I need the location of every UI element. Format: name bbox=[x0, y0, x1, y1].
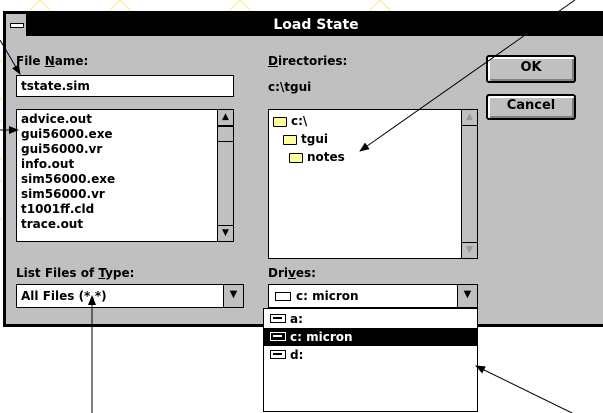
scroll-up-icon[interactable]: ▲ bbox=[462, 110, 477, 126]
drive-select[interactable]: c: micron ▼ bbox=[268, 284, 478, 308]
drive-option[interactable]: a: bbox=[264, 310, 477, 328]
hard-drive-icon bbox=[270, 332, 286, 341]
drives-label: Drives: bbox=[268, 266, 316, 280]
dialog-title: Load State bbox=[273, 17, 359, 33]
dropdown-arrow-icon[interactable]: ▼ bbox=[457, 285, 477, 307]
file-list[interactable]: advice.out gui56000.exe gui56000.vr info… bbox=[16, 109, 234, 242]
scroll-down-icon[interactable]: ▼ bbox=[218, 225, 233, 241]
system-menu-icon bbox=[10, 23, 24, 28]
file-type-select[interactable]: All Files (*.*) ▼ bbox=[16, 284, 244, 308]
file-item[interactable]: gui56000.vr bbox=[17, 142, 233, 157]
ok-button[interactable]: OK bbox=[486, 55, 576, 83]
floppy-drive-icon bbox=[270, 314, 286, 323]
hard-drive-icon bbox=[275, 292, 291, 301]
folder-icon bbox=[289, 152, 303, 163]
directory-item[interactable]: c:\ bbox=[269, 112, 477, 130]
cancel-button[interactable]: Cancel bbox=[486, 94, 576, 120]
current-directory: c:\tgui bbox=[268, 80, 312, 94]
file-item[interactable]: sim56000.exe bbox=[17, 172, 233, 187]
network-drive-icon bbox=[270, 350, 286, 359]
file-list-scrollbar[interactable]: ▲ ▼ bbox=[217, 110, 233, 241]
scroll-thumb[interactable] bbox=[218, 126, 233, 142]
file-item[interactable]: advice.out bbox=[17, 112, 233, 127]
scroll-up-icon[interactable]: ▲ bbox=[218, 110, 233, 126]
directory-item[interactable]: tgui bbox=[269, 130, 477, 148]
dropdown-arrow-icon[interactable]: ▼ bbox=[223, 285, 243, 307]
scroll-down-icon[interactable]: ▼ bbox=[462, 242, 477, 258]
title-bar: Load State bbox=[6, 14, 603, 36]
list-type-label: List Files of Type: bbox=[16, 266, 135, 280]
file-item[interactable]: t1001ff.cld bbox=[17, 202, 233, 217]
drive-select-value: c: micron bbox=[275, 285, 359, 307]
directories-label: Directories: bbox=[268, 54, 348, 68]
drive-option[interactable]: d: bbox=[264, 346, 477, 364]
file-item[interactable]: sim56000.vr bbox=[17, 187, 233, 202]
directory-item[interactable]: notes bbox=[269, 148, 477, 166]
open-folder-icon bbox=[283, 134, 297, 145]
file-item[interactable]: gui56000.exe bbox=[17, 127, 233, 142]
file-name-label: File Name: bbox=[16, 54, 89, 68]
drive-option-selected[interactable]: c: micron bbox=[264, 328, 477, 346]
directory-list-scrollbar[interactable]: ▲ ▼ bbox=[461, 110, 477, 258]
drive-dropdown-list[interactable]: a: c: micron d: bbox=[263, 308, 478, 412]
load-state-dialog: Load State File Name: tstate.sim advice.… bbox=[3, 11, 603, 327]
file-item[interactable]: trace.out bbox=[17, 217, 233, 232]
file-type-value: All Files (*.*) bbox=[21, 289, 107, 303]
file-name-input[interactable]: tstate.sim bbox=[16, 75, 234, 97]
system-menu-button[interactable] bbox=[6, 14, 28, 36]
file-item[interactable]: info.out bbox=[17, 157, 233, 172]
directory-list[interactable]: c:\ tgui notes ▲ ▼ bbox=[268, 109, 478, 259]
open-folder-icon bbox=[273, 116, 287, 127]
